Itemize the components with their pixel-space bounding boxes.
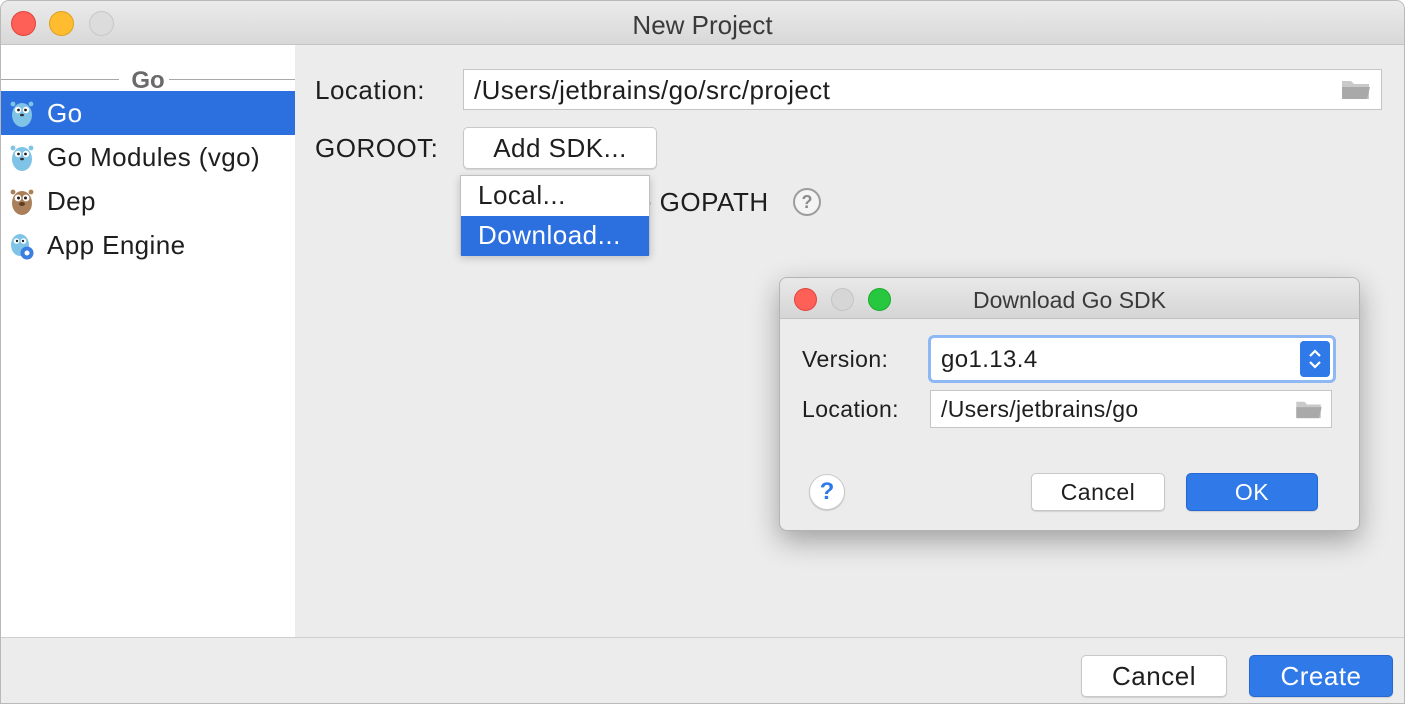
version-value: go1.13.4 (941, 346, 1038, 373)
goroot-label: GOROOT: (315, 133, 439, 163)
cancel-button[interactable]: Cancel (1081, 655, 1227, 697)
sidebar-item-go[interactable]: Go (1, 91, 295, 135)
dialog-location-label: Location: (802, 396, 899, 422)
dropdown-item-local[interactable]: Local... (461, 176, 649, 216)
add-sdk-dropdown: Local... Download... (460, 175, 650, 256)
gopath-checkbox-label: e GOPATH (637, 187, 769, 217)
dialog-cancel-button[interactable]: Cancel (1031, 473, 1165, 511)
dialog-location-field[interactable]: /Users/jetbrains/go (930, 390, 1332, 428)
gopher-icon (10, 101, 34, 127)
dialog-ok-button[interactable]: OK (1186, 473, 1318, 511)
select-arrows-icon[interactable] (1300, 341, 1330, 377)
dep-gopher-icon (10, 189, 34, 215)
window-title: New Project (632, 10, 773, 40)
sidebar-item-label: Go Modules (vgo) (47, 141, 261, 172)
help-icon[interactable]: ? (793, 188, 821, 216)
sidebar-item-label: Go (47, 97, 83, 128)
location-field[interactable]: /Users/jetbrains/go/src/project (463, 69, 1382, 110)
create-button[interactable]: Create (1249, 655, 1393, 697)
sidebar-item-go-modules[interactable]: Go Modules (vgo) (1, 135, 295, 179)
sidebar-item-app-engine[interactable]: App Engine (1, 223, 295, 267)
sidebar-item-label: App Engine (47, 229, 186, 260)
project-type-sidebar: Go Go Go Modules (vgo) Dep App Engine (1, 45, 295, 637)
dropdown-item-download[interactable]: Download... (461, 216, 649, 256)
dialog-title: Download Go SDK (972, 287, 1167, 313)
title-bar: New Project (1, 1, 1404, 45)
add-sdk-button[interactable]: Add SDK... (463, 127, 657, 169)
sidebar-group-header: Go (1, 55, 295, 94)
sidebar-item-dep[interactable]: Dep (1, 179, 295, 223)
folder-icon[interactable] (1341, 78, 1371, 100)
dialog-title-bar: Download Go SDK (780, 278, 1359, 319)
footer-divider (1, 637, 1404, 638)
dialog-help-button[interactable]: ? (809, 474, 845, 510)
group-divider-right (169, 79, 295, 80)
dialog-location-value: /Users/jetbrains/go (941, 396, 1139, 422)
version-label: Version: (802, 346, 889, 372)
sidebar-item-label: Dep (47, 185, 96, 216)
folder-icon[interactable] (1295, 399, 1323, 419)
download-go-sdk-dialog: Download Go SDK Version: go1.13.4 Locati… (779, 277, 1360, 531)
location-value: /Users/jetbrains/go/src/project (474, 75, 831, 105)
version-select[interactable]: go1.13.4 (928, 335, 1336, 383)
new-project-window: New Project Go Go Go Modules (vgo) Dep A… (0, 0, 1405, 704)
app-engine-icon (11, 234, 34, 260)
gopher-icon (10, 145, 34, 171)
location-label: Location: (315, 75, 426, 105)
